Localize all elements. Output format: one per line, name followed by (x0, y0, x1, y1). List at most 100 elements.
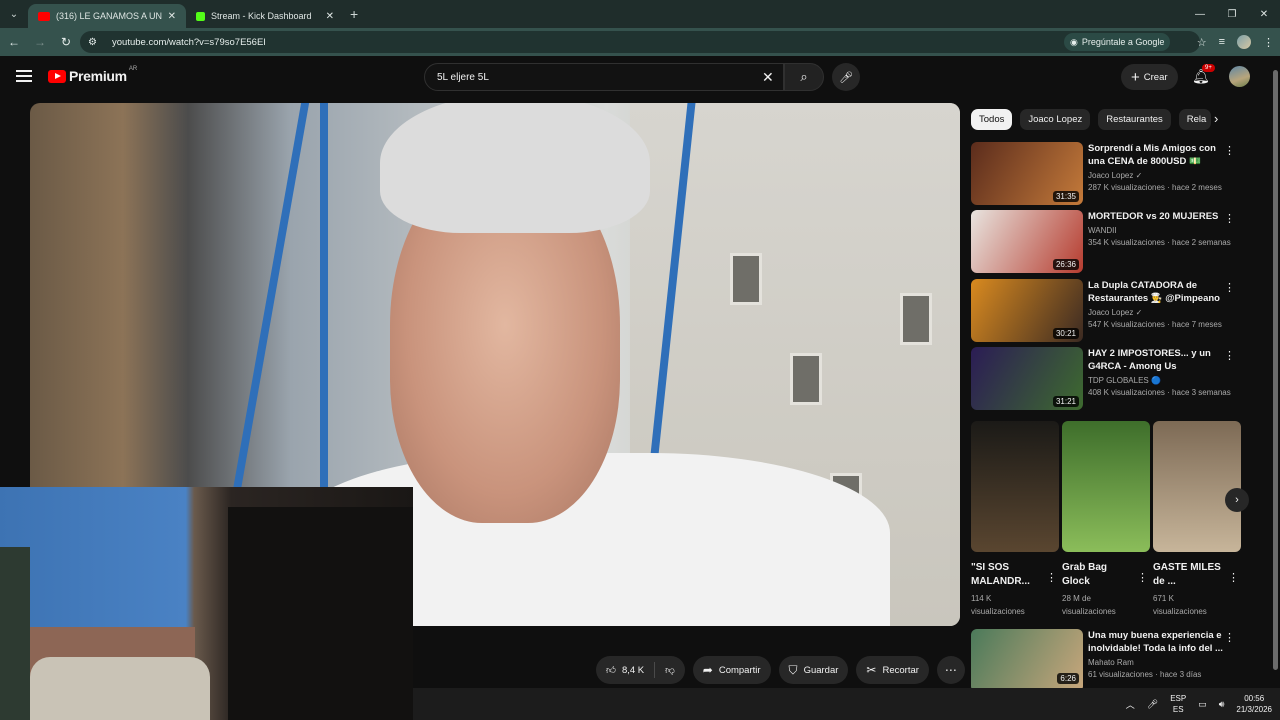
dislike-button[interactable]: 👎︎ (655, 656, 685, 684)
microphone-icon[interactable]: 🎤︎ (1147, 699, 1158, 710)
language-indicator[interactable]: ESP ES (1170, 693, 1186, 715)
scrollbar-thumb[interactable] (1273, 70, 1278, 670)
short-info: GASTE MILES de ... ⋮ 671 K visualizacione… (1153, 561, 1241, 618)
profile-icon[interactable] (1237, 35, 1251, 49)
create-button[interactable]: + Crear (1121, 64, 1178, 90)
voice-search-button[interactable]: 🎤︎ (832, 63, 860, 91)
search-input[interactable]: 5L eljere 5L (424, 63, 784, 91)
list-item[interactable]: 6:26 Una muy buena experiencia e inolvid… (971, 629, 1251, 688)
search-button[interactable]: ⌕ (784, 63, 824, 91)
minimize-icon[interactable]: — (1184, 0, 1216, 28)
save-button[interactable]: ⛉ Guardar (778, 656, 849, 684)
video-title[interactable]: Sorprendí a Mis Amigos con una CENA de 8… (1088, 142, 1223, 168)
short-views: 114 K visualizaciones (971, 592, 1059, 618)
display-icon[interactable]: ▭ (1198, 699, 1207, 710)
list-item[interactable]: 31:21 HAY 2 IMPOSTORES... y un G4RCA - A… (971, 347, 1251, 411)
duration-badge: 6:26 (1057, 673, 1079, 684)
chevron-right-icon[interactable]: › (1214, 111, 1218, 126)
short-item[interactable]: Grab Bag Glock ⋮ 28 M de visualizaciones (1062, 421, 1150, 618)
clock[interactable]: 00:56 21/3/2026 (1236, 693, 1272, 715)
bookmark-star-icon[interactable]: ☆ (1197, 36, 1207, 49)
more-vert-icon[interactable]: ⋮ (1046, 571, 1057, 584)
video-info: HAY 2 IMPOSTORES... y un G4RCA - Among U… (1088, 347, 1231, 397)
shorts-shelf: "SI SOS MALANDR... ⋮ 114 K visualizacione… (971, 421, 1241, 618)
reading-list-icon[interactable]: ≡ (1219, 36, 1225, 48)
more-vert-icon[interactable]: ⋮ (1137, 571, 1148, 584)
channel-name[interactable]: Joaco Lopez ✓ (1088, 171, 1223, 180)
chip-todos[interactable]: Todos (971, 109, 1013, 130)
share-button[interactable]: ➦ Compartir (692, 656, 771, 684)
forward-icon[interactable]: → (28, 30, 52, 54)
youtube-logo[interactable]: Premium AR (48, 66, 138, 84)
short-views-label: visualizaciones (971, 607, 1025, 616)
short-item[interactable]: "SI SOS MALANDR... ⋮ 114 K visualizacione… (971, 421, 1059, 618)
thumbs-down-icon: 👎︎ (665, 665, 675, 676)
tab-kick[interactable]: Stream - Kick Dashboard ✕ (186, 4, 344, 28)
channel-name[interactable]: WANDII (1088, 226, 1223, 235)
channel-name[interactable]: Joaco Lopez ✓ (1088, 308, 1223, 317)
tab-search-icon[interactable]: ⌄ (0, 0, 28, 28)
short-views: 671 K visualizaciones (1153, 592, 1241, 618)
clip-button[interactable]: ✂ Recortar (856, 656, 929, 684)
short-item[interactable]: GASTE MILES de ... ⋮ 671 K visualizacione… (1153, 421, 1241, 618)
chip-joaco-lopez[interactable]: Joaco Lopez (1020, 109, 1091, 130)
video-window (730, 253, 762, 305)
share-icon: ➦ (702, 663, 713, 677)
notification-badge: 9+ (1202, 64, 1215, 72)
list-item[interactable]: 26:36 MORTEDOR vs 20 MUJERES WANDII 354 … (971, 210, 1251, 274)
short-title[interactable]: GASTE MILES de ... (1153, 561, 1221, 589)
more-vert-icon[interactable]: ⋮ (1224, 144, 1235, 157)
video-title[interactable]: MORTEDOR vs 20 MUJERES (1088, 210, 1223, 223)
short-thumbnail[interactable] (1062, 421, 1150, 552)
more-vert-icon[interactable]: ⋮ (1224, 281, 1235, 294)
short-title[interactable]: Grab Bag Glock (1062, 561, 1130, 589)
site-info-icon[interactable]: ⚙ (88, 37, 102, 48)
page-scrollbar[interactable] (1271, 56, 1280, 688)
country-code: AR (128, 66, 138, 72)
short-thumbnail[interactable] (971, 421, 1059, 552)
chip-restaurantes[interactable]: Restaurantes (1098, 109, 1171, 130)
shorts-next-button[interactable]: › (1225, 488, 1249, 512)
reload-icon[interactable]: ↻ (54, 30, 78, 54)
like-button[interactable]: 👍︎ 8,4 K (596, 656, 654, 684)
webcam-overlay (0, 487, 413, 720)
short-views-label: visualizaciones (1153, 607, 1207, 616)
ask-google-label: Pregúntale a Google (1081, 37, 1165, 47)
notifications-button[interactable]: 🔔︎ 9+ (1192, 64, 1215, 85)
back-icon[interactable]: ← (2, 30, 26, 54)
more-actions-button[interactable]: ⋯ (936, 656, 965, 684)
video-title[interactable]: HAY 2 IMPOSTORES... y un G4RCA - Among U… (1088, 347, 1223, 373)
video-title[interactable]: La Dupla CATADORA de Restaurantes 👨‍🍳 @P… (1088, 279, 1223, 305)
volume-icon[interactable]: 🔊︎ (1219, 699, 1225, 710)
chip-related[interactable]: Rela (1178, 109, 1211, 130)
browser-tab-bar: ⌄ (316) LE GANAMOS A UN MERI ✕ Stream - … (0, 0, 1280, 28)
new-tab-icon[interactable]: + (350, 6, 358, 22)
close-tab-icon[interactable]: ✕ (326, 11, 334, 22)
list-item[interactable]: 30:21 La Dupla CATADORA de Restaurantes … (971, 279, 1251, 343)
more-vert-icon[interactable]: ⋮ (1224, 212, 1235, 225)
short-title[interactable]: "SI SOS MALANDR... (971, 561, 1039, 589)
more-vert-icon[interactable]: ⋮ (1224, 631, 1235, 644)
duration-badge: 30:21 (1052, 328, 1079, 339)
channel-name[interactable]: TDP GLOBALES 🔵 (1088, 376, 1223, 385)
avatar[interactable] (1229, 66, 1250, 87)
video-title[interactable]: Una muy buena experiencia e inolvidable!… (1088, 629, 1223, 655)
restore-icon[interactable]: ❐ (1216, 0, 1248, 28)
browser-menu-icon[interactable]: ⋮ (1263, 36, 1274, 49)
channel-name[interactable]: Mahato Ram (1088, 658, 1223, 667)
address-bar-actions: ☆ ≡ ⋮ (1197, 28, 1274, 56)
tab-youtube[interactable]: (316) LE GANAMOS A UN MERI ✕ (28, 4, 186, 28)
chevron-up-icon[interactable]: ︿ (1126, 698, 1135, 711)
more-vert-icon[interactable]: ⋮ (1228, 571, 1239, 584)
duration-badge: 31:21 (1052, 396, 1079, 407)
close-tab-icon[interactable]: ✕ (168, 11, 176, 22)
ask-google-button[interactable]: ◉ Pregúntale a Google (1064, 33, 1171, 51)
more-vert-icon[interactable]: ⋮ (1224, 349, 1235, 362)
short-views-count: 28 M de (1062, 594, 1091, 603)
menu-icon[interactable] (16, 70, 32, 82)
list-item[interactable]: 31:35 Sorprendí a Mis Amigos con una CEN… (971, 142, 1251, 206)
short-thumbnail[interactable] (1153, 421, 1241, 552)
clear-search-icon[interactable]: ✕ (762, 69, 774, 86)
url-field[interactable]: ⚙ youtube.com/watch?v=s79so7E56EI (80, 31, 1200, 53)
close-window-icon[interactable]: ✕ (1248, 0, 1280, 28)
